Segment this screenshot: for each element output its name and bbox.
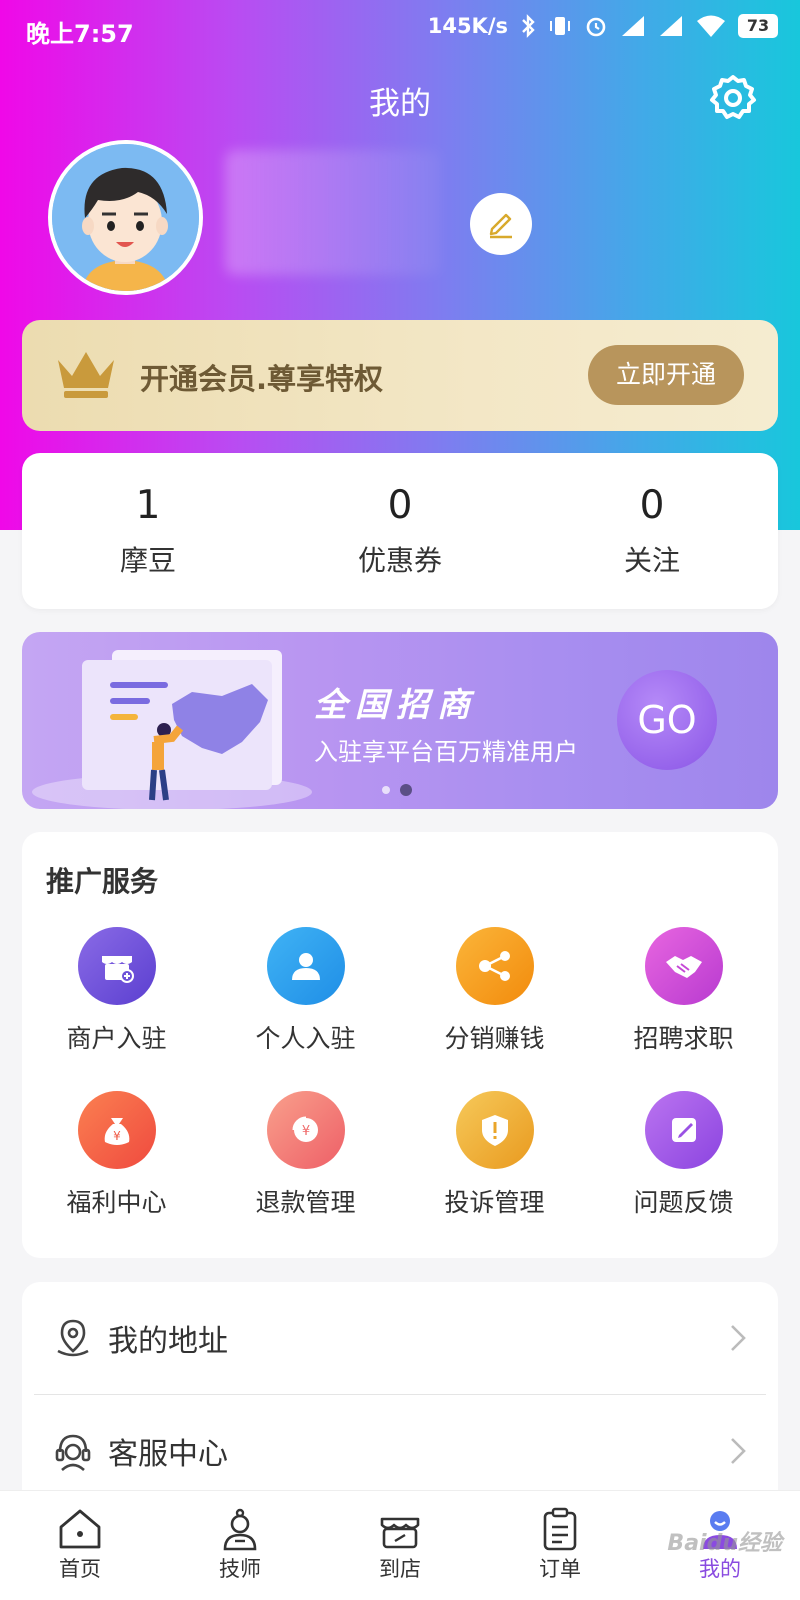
shield-icon [455,1091,534,1169]
tab-label: 首页 [59,1557,101,1581]
service-label: 问题反馈 [633,1188,734,1217]
location-icon [57,1319,89,1357]
stat-label: 优惠券 [357,544,442,577]
svg-text:¥: ¥ [301,1124,309,1139]
service-label: 投诉管理 [444,1188,545,1217]
gear-icon [710,75,756,119]
pencil-icon [489,213,512,239]
stat-value: 0 [639,483,665,528]
vip-promo-text: 开通会员.尊享特权 [140,362,384,396]
status-time: 晚上7:57 [26,20,134,48]
handshake-icon [644,927,723,1005]
page-title: 我的 [369,86,431,122]
svg-text:¥: ¥ [113,1129,121,1143]
go-button[interactable]: GO [617,670,717,770]
network-speed: 145K/s [427,14,508,38]
stat-coupons[interactable]: 0 优惠券 [274,453,526,609]
promotion-services-card: 推广服务 商户入驻 个人入驻 分销赚钱 招聘求职 ¥ 福利中心 ¥ 退款管理 投… [22,832,778,1258]
vip-card[interactable]: 开通会员.尊享特权 立即开通 [22,320,778,431]
shop-icon [380,1517,420,1549]
service-label: 商户入驻 [66,1024,167,1053]
alarm-icon [584,14,608,38]
stat-label: 关注 [623,544,680,577]
stats-card: 1 摩豆 0 优惠券 0 关注 [22,453,778,609]
service-recruitment[interactable]: 招聘求职 [589,927,778,1055]
status-bar: 晚上7:57 145K/s 73 [0,0,800,58]
chevron-right-icon [731,1325,746,1351]
promo-banner[interactable]: 全国招商 入驻享平台百万精准用户 GO [22,632,778,809]
technician-icon [223,1508,257,1551]
service-welfare-center[interactable]: ¥ 福利中心 [22,1091,211,1219]
service-label: 退款管理 [255,1188,356,1217]
tab-home[interactable]: 首页 [0,1491,160,1600]
tab-label: 到店 [379,1557,421,1581]
service-personal-join[interactable]: 个人入驻 [211,927,400,1055]
menu-item-my-address[interactable]: 我的地址 [22,1282,778,1394]
menu-label: 客服中心 [108,1437,228,1472]
service-label: 分销赚钱 [444,1024,545,1053]
service-feedback[interactable]: 问题反馈 [589,1091,778,1219]
tab-label: 订单 [539,1557,581,1581]
avatar[interactable] [48,140,203,295]
activate-vip-button[interactable]: 立即开通 [588,345,744,405]
battery-icon: 73 [738,14,778,38]
service-complaint-management[interactable]: 投诉管理 [400,1091,589,1219]
service-label: 个人入驻 [255,1024,356,1053]
order-icon [543,1507,577,1551]
share-icon [455,927,534,1005]
wifi-icon [696,14,726,38]
banner-illustration [32,650,312,809]
service-label: 招聘求职 [633,1024,734,1053]
stat-value: 0 [387,483,413,528]
carousel-dot-active[interactable] [400,784,412,796]
refund-icon: ¥ [266,1091,345,1169]
home-icon [59,1509,101,1549]
carousel-dots [382,784,412,796]
watermark: Baidu经验 [667,1531,782,1556]
service-refund-management[interactable]: ¥ 退款管理 [211,1091,400,1219]
tab-technician[interactable]: 技师 [160,1491,320,1600]
banner-subtitle: 入驻享平台百万精准用户 [314,738,578,766]
settings-button[interactable] [708,73,760,125]
tab-orders[interactable]: 订单 [480,1491,640,1600]
money-bag-icon: ¥ [77,1091,156,1169]
service-merchant-join[interactable]: 商户入驻 [22,927,211,1055]
avatar-illustration [52,144,199,291]
tab-in-store[interactable]: 到店 [320,1491,480,1600]
menu-list: 我的地址 客服中心 [22,1282,778,1512]
crown-icon [58,352,114,398]
signal-icon-2 [658,14,684,38]
headset-icon [55,1434,91,1471]
username-blurred [225,150,440,275]
bluetooth-icon [520,14,536,38]
tab-label: 技师 [219,1557,261,1581]
service-distribution-earn[interactable]: 分销赚钱 [400,927,589,1055]
menu-label: 我的地址 [108,1324,228,1359]
banner-title: 全国招商 [314,685,478,724]
edit-profile-button[interactable] [470,193,532,255]
tab-label: 我的 [699,1557,741,1581]
stat-modou[interactable]: 1 摩豆 [22,453,274,609]
store-icon [77,927,156,1005]
stat-label: 摩豆 [119,544,176,577]
signal-icon [620,14,646,38]
stat-value: 1 [135,483,161,528]
edit-icon [644,1091,723,1169]
service-label: 福利中心 [66,1188,167,1217]
vibrate-icon [548,14,572,38]
stat-following[interactable]: 0 关注 [526,453,778,609]
person-icon [266,927,345,1005]
section-title: 推广服务 [46,865,159,898]
carousel-dot[interactable] [382,786,390,794]
chevron-right-icon [731,1438,746,1464]
